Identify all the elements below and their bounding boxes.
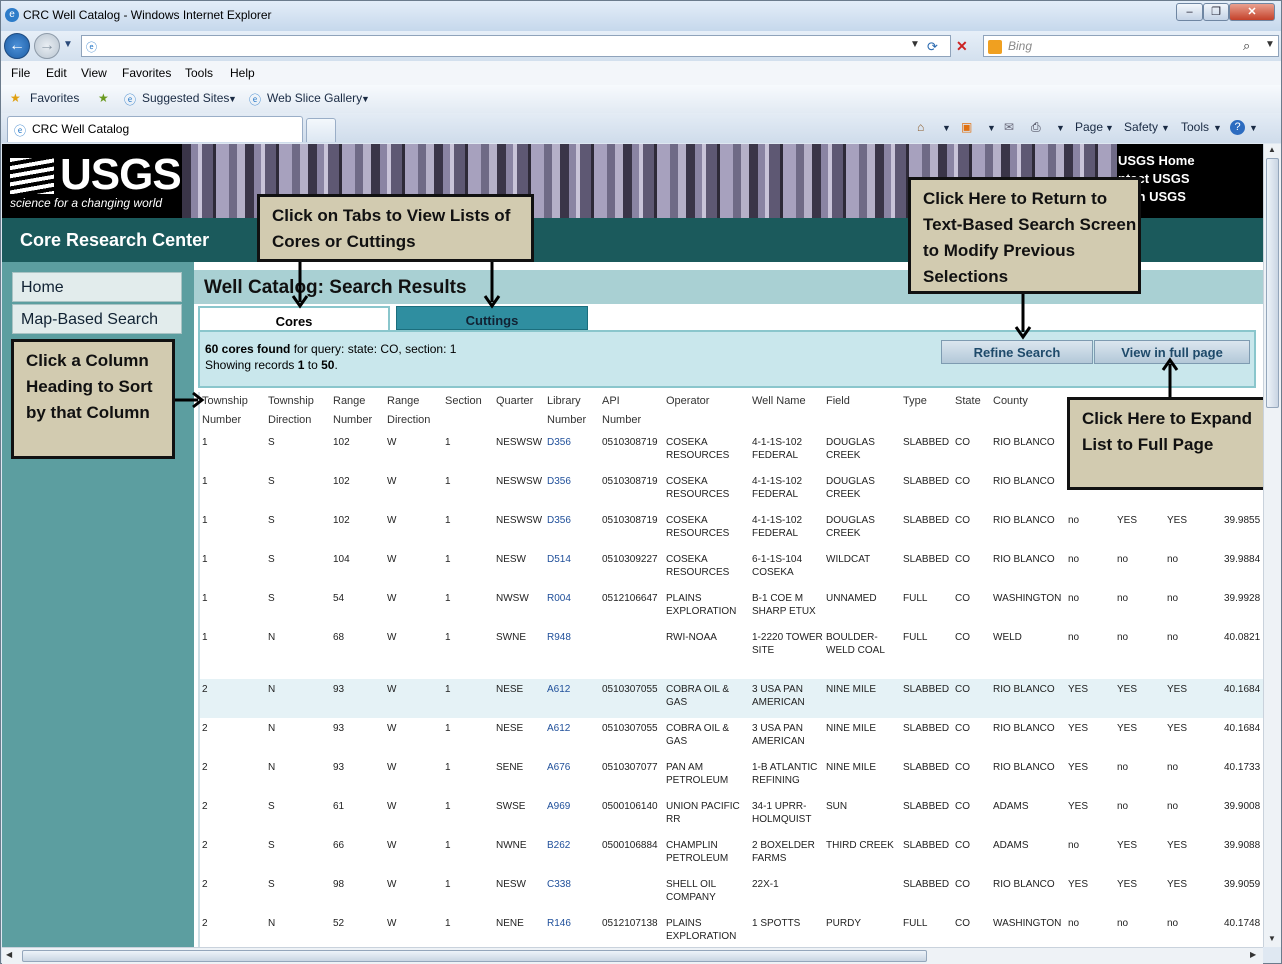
title-bar: e CRC Well Catalog - Windows Internet Ex… xyxy=(1,1,1281,31)
address-bar: ← → ▼ ⓔ ▼ ⟳ ✕ Bing ⌕ ▼ xyxy=(1,31,1281,61)
safety-menu[interactable]: Safety xyxy=(1124,120,1158,134)
page-menu[interactable]: Page xyxy=(1075,120,1103,134)
favorites-button[interactable]: Favorites xyxy=(30,91,79,105)
page-icon: ⓔ xyxy=(86,42,97,54)
help-icon[interactable]: ? xyxy=(1230,120,1245,135)
home-icon[interactable]: ⌂ xyxy=(917,120,924,134)
suggested-sites-link[interactable]: Suggested Sites xyxy=(142,91,229,105)
horizontal-scroll-thumb[interactable] xyxy=(22,950,927,962)
new-tab-button[interactable] xyxy=(306,118,336,142)
bing-icon xyxy=(988,40,1002,54)
chevron-down-icon[interactable]: ▼ xyxy=(942,123,951,133)
suggested-sites-icon: ⓔ xyxy=(124,93,137,107)
print-icon[interactable]: ⎙ xyxy=(1031,120,1041,135)
ie-icon: e xyxy=(5,8,19,22)
search-dropdown-icon[interactable]: ▼ xyxy=(1265,39,1275,50)
vertical-scroll-thumb[interactable] xyxy=(1266,158,1279,408)
menu-favorites[interactable]: Favorites xyxy=(122,66,171,80)
chevron-down-icon[interactable]: ▼ xyxy=(1249,123,1258,133)
minimize-button[interactable]: – xyxy=(1176,3,1203,21)
url-dropdown-icon[interactable]: ▼ xyxy=(910,39,920,50)
chevron-down-icon[interactable]: ▼ xyxy=(1161,123,1170,133)
menu-tools[interactable]: Tools xyxy=(185,66,213,80)
close-button[interactable]: ✕ xyxy=(1229,3,1275,21)
url-field[interactable]: ⓔ ▼ xyxy=(81,35,951,57)
browser-window: e CRC Well Catalog - Windows Internet Ex… xyxy=(0,0,1282,964)
horizontal-scrollbar[interactable]: ◀ ▶ xyxy=(2,947,1263,964)
chevron-down-icon[interactable]: ▼ xyxy=(1213,123,1222,133)
chevron-down-icon[interactable]: ▼ xyxy=(987,123,996,133)
callout-arrows xyxy=(175,262,1179,409)
tools-menu[interactable]: Tools xyxy=(1181,120,1209,134)
window-title: CRC Well Catalog - Windows Internet Expl… xyxy=(23,8,272,22)
chevron-down-icon[interactable]: ▼ xyxy=(1056,123,1065,133)
menu-file[interactable]: File xyxy=(11,66,30,80)
tab-title: CRC Well Catalog xyxy=(32,122,130,136)
menu-bar: File Edit View Favorites Tools Help xyxy=(1,61,1281,85)
vertical-scrollbar[interactable]: ▲ ▼ xyxy=(1263,144,1281,947)
refresh-icon[interactable]: ⟳ xyxy=(927,39,938,55)
forward-button[interactable]: → xyxy=(34,33,60,59)
favorites-bar: ★ Favorites ★ ⓔ Suggested Sites ▼ ⓔ Web … xyxy=(1,85,1281,113)
menu-help[interactable]: Help xyxy=(230,66,255,80)
chevron-down-icon[interactable]: ▼ xyxy=(228,94,237,104)
favorites-star-icon: ★ xyxy=(10,91,21,105)
search-input[interactable]: Bing xyxy=(983,35,1279,57)
search-icon[interactable]: ⌕ xyxy=(1243,38,1250,54)
menu-edit[interactable]: Edit xyxy=(46,66,67,80)
web-slice-icon: ⓔ xyxy=(249,93,262,107)
chevron-down-icon[interactable]: ▼ xyxy=(1105,123,1114,133)
back-button[interactable]: ← xyxy=(4,33,30,59)
maximize-button[interactable]: ❐ xyxy=(1203,3,1229,21)
history-dropdown-icon[interactable]: ▼ xyxy=(63,39,73,50)
tab-page-icon: ⓔ xyxy=(14,124,27,138)
page-viewport: USGS science for a changing world USGS H… xyxy=(2,144,1263,947)
mail-icon[interactable]: ✉ xyxy=(1004,120,1014,134)
browser-tab-active[interactable]: ⓔ CRC Well Catalog xyxy=(7,116,303,142)
scroll-down-icon[interactable]: ▼ xyxy=(1268,934,1276,943)
scroll-left-icon[interactable]: ◀ xyxy=(6,950,12,959)
stop-icon[interactable]: ✕ xyxy=(956,38,968,55)
add-favorite-icon[interactable]: ★ xyxy=(98,91,109,105)
chevron-down-icon[interactable]: ▼ xyxy=(361,94,370,104)
menu-view[interactable]: View xyxy=(81,66,107,80)
scroll-right-icon[interactable]: ▶ xyxy=(1250,950,1256,959)
web-slice-gallery-link[interactable]: Web Slice Gallery xyxy=(267,91,362,105)
feeds-icon[interactable]: ▣ xyxy=(961,120,972,134)
scroll-up-icon[interactable]: ▲ xyxy=(1268,145,1276,154)
